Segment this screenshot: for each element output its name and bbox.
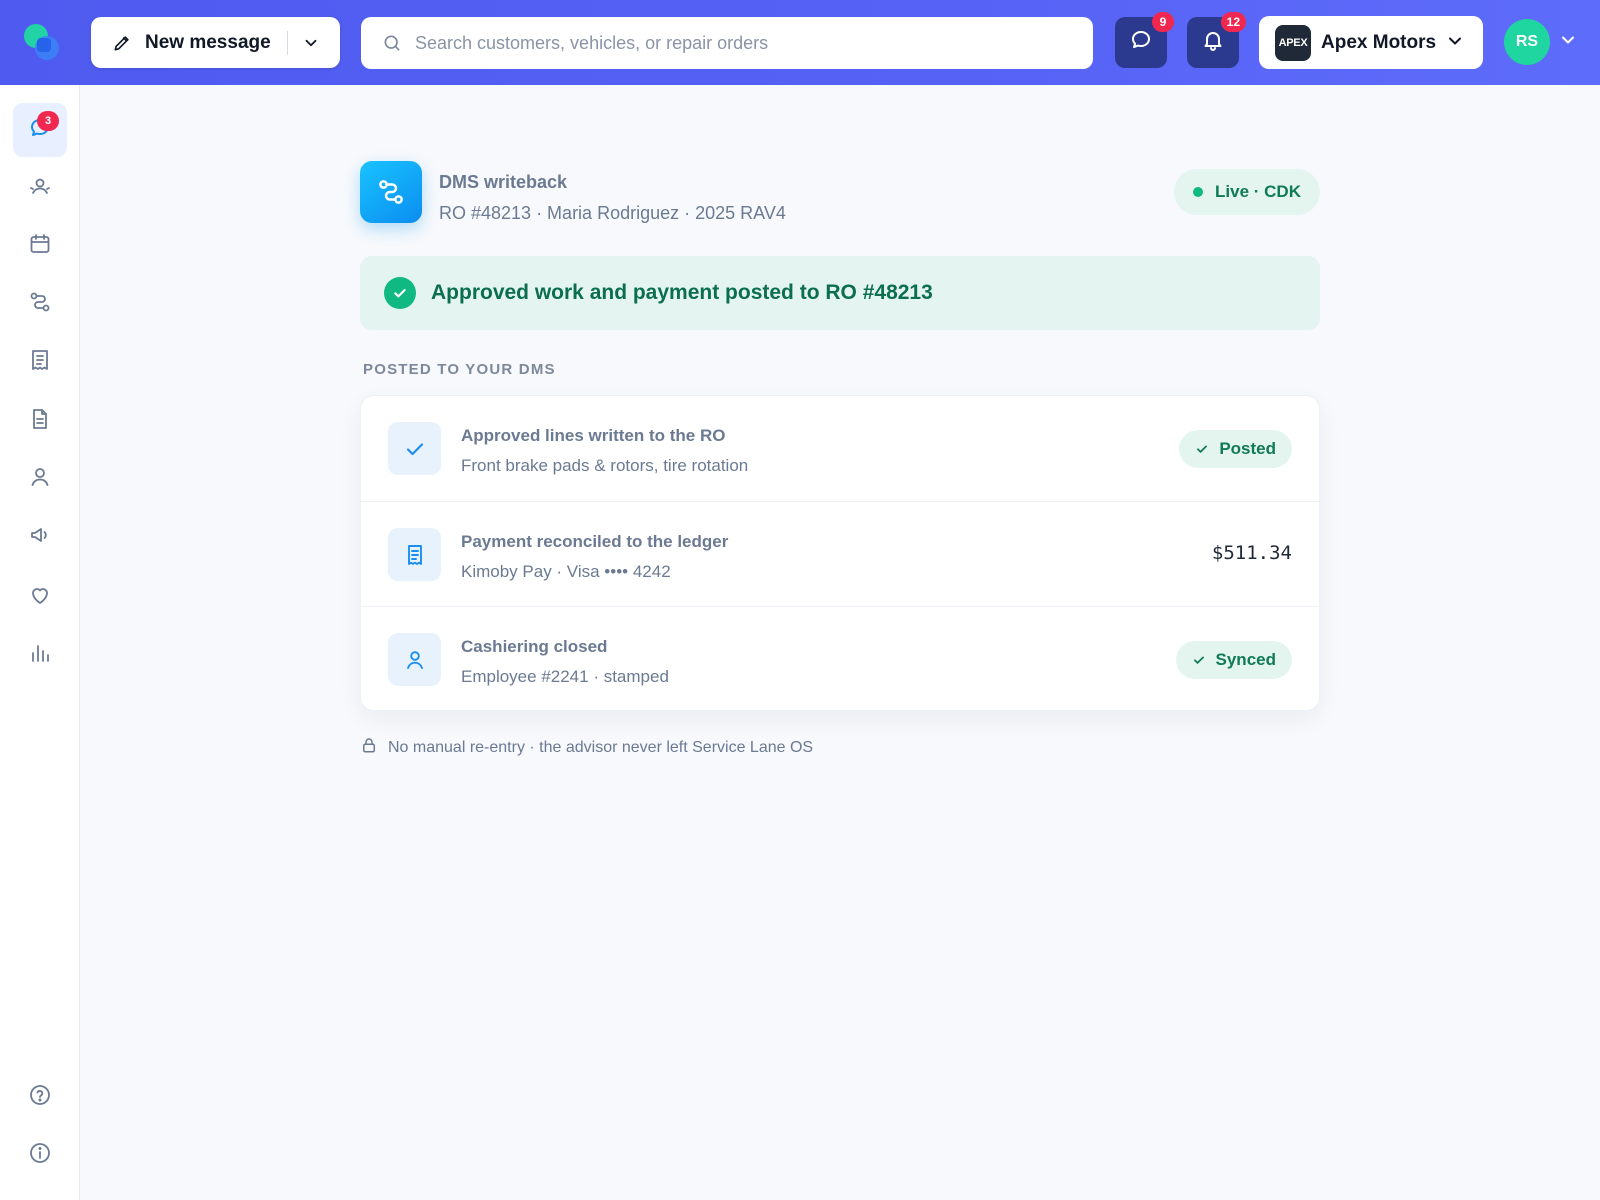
store-switcher[interactable]: APEX Apex Motors (1259, 16, 1483, 69)
calendar-icon (28, 232, 52, 261)
analytics-icon (28, 641, 52, 670)
user-icon (388, 633, 441, 686)
sidebar-item-profile[interactable] (13, 452, 67, 506)
section-label: POSTED TO YOUR DMS (363, 361, 556, 378)
footnote-text: No manual re-entry · the advisor never l… (388, 738, 814, 756)
success-banner: Approved work and payment posted to RO #… (360, 256, 1320, 330)
status-badge-synced: Synced (1175, 641, 1292, 679)
account-menu-chevron-icon[interactable] (1558, 30, 1578, 55)
chat-bubble-icon (1129, 28, 1153, 57)
list-item-title: Cashiering closed (461, 637, 608, 656)
document-icon (28, 407, 52, 436)
small-check-icon (1192, 653, 1206, 667)
status-badge-posted: Posted (1179, 430, 1292, 468)
global-search[interactable] (361, 17, 1093, 69)
sidebar-item-invoices[interactable] (13, 335, 67, 389)
app-logo-icon[interactable] (20, 21, 64, 65)
divider (287, 31, 288, 55)
sidebar-item-analytics[interactable] (13, 628, 67, 682)
list-item-subtitle: Kimoby Pay · Visa •••• 4242 (461, 562, 671, 581)
list-item-approved-lines: Approved lines written to the RO Front b… (361, 396, 1319, 501)
new-message-button[interactable]: New message (91, 17, 340, 68)
list-item-subtitle: Front brake pads & rotors, tire rotation (461, 456, 749, 475)
store-name: Apex Motors (1321, 31, 1437, 53)
user-avatar[interactable]: RS (1504, 19, 1550, 65)
messages-button[interactable]: 9 (1115, 12, 1174, 68)
lock-icon (360, 736, 378, 759)
list-item-title: Payment reconciled to the ledger (461, 532, 729, 551)
sidebar: 3 (0, 85, 80, 1200)
route-icon (28, 290, 52, 319)
page-subtitle: RO #48213 · Maria Rodriguez · 2025 RAV4 (439, 203, 786, 223)
list-item-cashiering: Cashiering closed Employee #2241 · stamp… (361, 606, 1319, 711)
search-input[interactable] (415, 32, 1055, 54)
help-icon (28, 1083, 52, 1112)
status-badge-label: Live · CDK (1215, 182, 1301, 201)
megaphone-icon (28, 523, 52, 552)
pencil-icon (111, 32, 133, 54)
new-message-label: New message (145, 31, 271, 53)
store-logo: APEX (1275, 24, 1311, 61)
new-message-dropdown-chevron-icon[interactable] (297, 30, 325, 56)
sidebar-item-customers[interactable] (13, 161, 67, 215)
small-check-icon (1195, 442, 1209, 456)
chevron-down-icon (1445, 31, 1465, 56)
sidebar-item-campaigns[interactable] (13, 510, 67, 564)
receipt-icon (388, 528, 441, 581)
check-icon (388, 422, 441, 475)
sidebar-item-integrations[interactable] (13, 277, 67, 331)
live-dot-icon (1193, 187, 1204, 197)
customers-icon (28, 174, 52, 203)
receipt-icon (28, 348, 52, 377)
notifications-button[interactable]: 12 (1187, 12, 1246, 68)
sidebar-item-loyalty[interactable] (13, 570, 67, 624)
conversations-badge: 3 (37, 111, 59, 131)
user-icon (28, 465, 52, 494)
status-badge-label: Posted (1219, 439, 1276, 458)
messages-badge: 9 (1152, 12, 1174, 32)
sidebar-item-documents[interactable] (13, 394, 67, 448)
sidebar-item-conversations[interactable]: 3 (13, 103, 67, 157)
status-badge-live: Live · CDK (1174, 169, 1320, 215)
footnote: No manual re-entry · the advisor never l… (360, 736, 813, 759)
payment-amount: $511.34 (1211, 542, 1292, 564)
top-bar: New message 9 12 APEX Apex Motors RS (0, 0, 1600, 85)
heart-icon (28, 583, 52, 612)
sidebar-item-info[interactable] (13, 1128, 67, 1182)
search-icon (381, 32, 403, 54)
dms-writeback-icon (360, 161, 422, 223)
list-item-payment: Payment reconciled to the ledger Kimoby … (361, 501, 1319, 606)
writeback-card: Approved lines written to the RO Front b… (360, 395, 1320, 711)
status-badge-label: Synced (1215, 650, 1276, 669)
sidebar-item-help[interactable] (13, 1070, 67, 1124)
check-circle-icon (384, 277, 416, 309)
list-item-title: Approved lines written to the RO (461, 426, 726, 445)
info-icon (28, 1141, 52, 1170)
page-title: DMS writeback (439, 172, 568, 192)
success-banner-text: Approved work and payment posted to RO #… (431, 281, 933, 304)
list-item-subtitle: Employee #2241 · stamped (461, 667, 669, 686)
sidebar-item-calendar[interactable] (13, 219, 67, 273)
bell-icon (1201, 28, 1225, 57)
notifications-badge: 12 (1220, 12, 1246, 32)
